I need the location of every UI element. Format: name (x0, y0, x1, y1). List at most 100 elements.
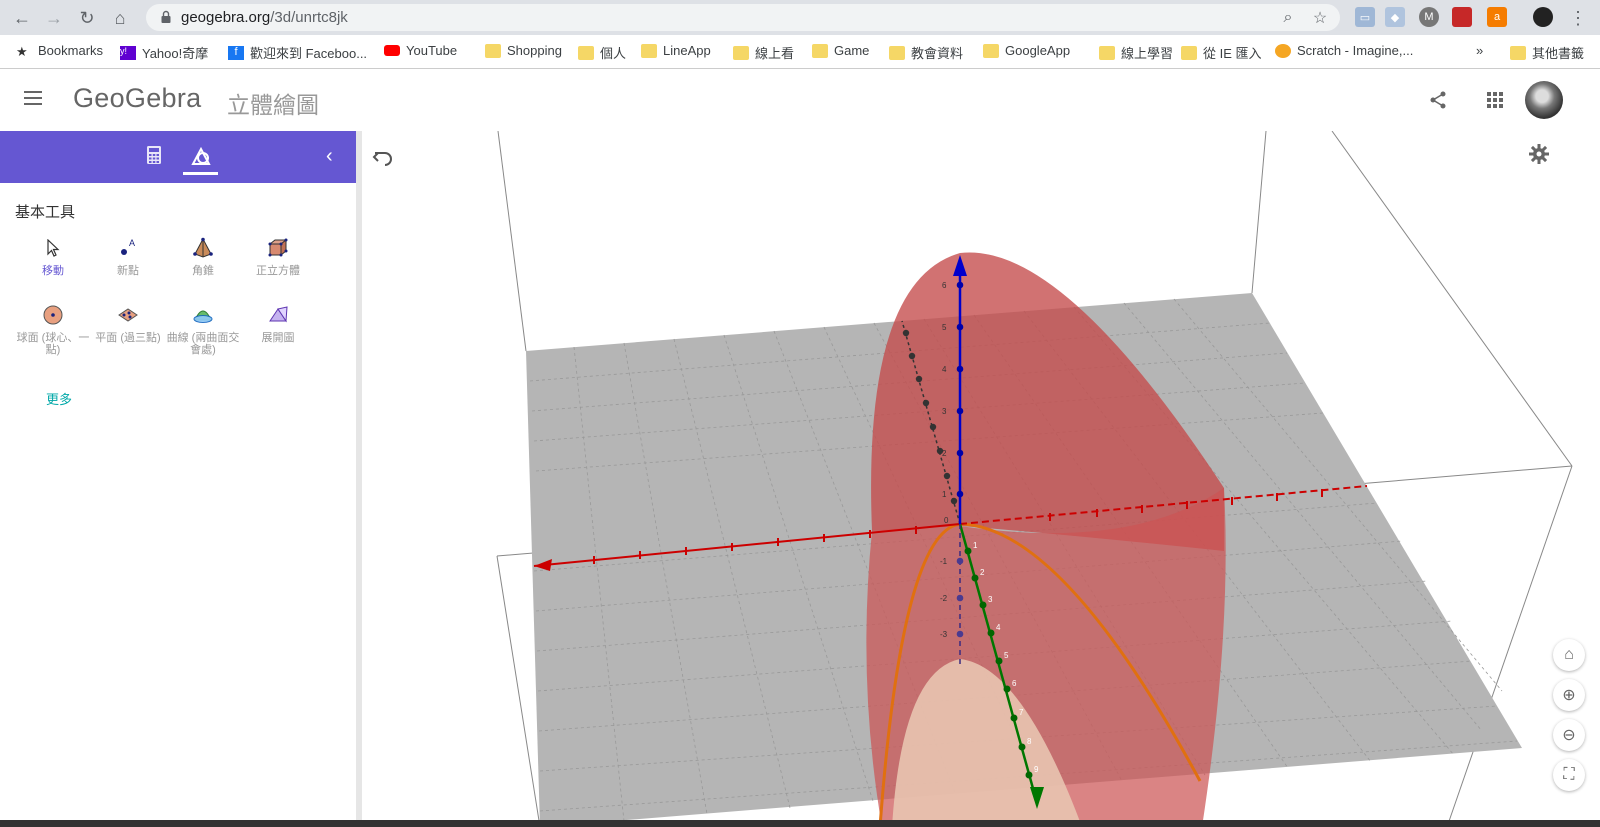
undo-icon[interactable] (372, 145, 394, 167)
extension-1-icon[interactable]: ▭ (1355, 7, 1375, 27)
dropbox-icon[interactable]: ◆ (1385, 7, 1405, 27)
bookmarks-overflow-icon[interactable]: » (1476, 43, 1483, 58)
star-icon: ★ (16, 43, 28, 59)
z-tick-label: 1 (942, 490, 947, 499)
bookmark-item[interactable]: Shopping (485, 43, 562, 58)
bookmark-label: Game (834, 43, 870, 58)
bookmark-label: LineApp (663, 43, 711, 58)
y-tick-label: 2 (980, 568, 985, 577)
tool-sphere[interactable]: 球面 (球心、一點) (15, 302, 91, 356)
folder-icon (983, 43, 999, 58)
tool-new-point[interactable]: A 新點 (90, 235, 166, 277)
tool-net[interactable]: 展開圖 (240, 302, 316, 344)
collapse-panel-icon[interactable]: ‹ (326, 145, 333, 168)
reload-icon[interactable]: ↻ (74, 5, 100, 31)
folder-icon (641, 43, 657, 58)
zoom-page-icon[interactable]: ⌕ (1278, 8, 1298, 28)
home-view-icon[interactable]: ⌂ (1553, 639, 1585, 671)
zoom-out-icon[interactable]: ⊖ (1553, 719, 1585, 751)
z-tick-label: 4 (942, 365, 947, 374)
bookmark-item[interactable]: 教會資料 (889, 43, 963, 62)
bookmark-label: Yahoo!奇摩 (142, 46, 209, 61)
new-point-icon: A (115, 235, 141, 261)
pyramid-icon (190, 235, 216, 261)
app-title: 立體繪圖 (227, 92, 319, 118)
z-tick-label: 6 (942, 281, 947, 290)
zoom-in-icon[interactable]: ⊕ (1553, 679, 1585, 711)
home-icon[interactable]: ⌂ (107, 5, 133, 31)
bookmark-item[interactable]: 個人 (578, 43, 626, 62)
y-tick-label: 6 (1012, 679, 1017, 688)
address-bar[interactable]: geogebra.org/3d/unrtc8jk ⌕ ☆ (146, 4, 1340, 31)
tool-label: 移動 (42, 265, 64, 277)
user-avatar[interactable] (1525, 81, 1563, 119)
bookmark-item[interactable]: 從 IE 匯入 (1181, 43, 1262, 62)
url-path: /3d/unrtc8jk (270, 9, 348, 26)
z-tick-label: -3 (940, 630, 948, 639)
panel-tabs: ‹ (0, 131, 356, 183)
bookmark-label: YouTube (406, 43, 458, 58)
url-text: geogebra.org/3d/unrtc8jk (181, 9, 348, 26)
bookmark-item[interactable]: y! Yahoo!奇摩 (120, 43, 208, 62)
folder-icon (1510, 45, 1526, 60)
extension-m-icon[interactable]: M (1419, 7, 1439, 27)
bookmark-item[interactable]: GoogleApp (983, 43, 1070, 58)
tool-label: 角錐 (192, 265, 214, 277)
tools-heading: 基本工具 (15, 204, 76, 221)
menu-icon[interactable] (24, 91, 42, 105)
bookmark-item[interactable]: f 歡迎來到 Faceboo... (228, 43, 367, 62)
scene-3d[interactable]: 1 2 3 4 5 6 7 8 9 6 5 4 3 2 1 0 -1 -2 -3 (362, 131, 1600, 827)
url-host: geogebra.org (181, 9, 271, 26)
other-bookmarks-label: 其他書籤 (1532, 46, 1585, 61)
browser-toolbar: ← → ↻ ⌂ geogebra.org/3d/unrtc8jk ⌕ ☆ ▭ ◆… (0, 0, 1600, 35)
bookmark-label: Bookmarks (38, 43, 104, 58)
tool-intersect-curve[interactable]: 曲線 (兩曲面交會處) (165, 302, 241, 356)
bookmarks-bar: ★ Bookmarks y! Yahoo!奇摩 f 歡迎來到 Faceboo... YouT… (0, 35, 1600, 69)
settings-gear-icon[interactable] (1528, 143, 1552, 167)
active-tab-indicator (183, 172, 218, 175)
tool-label: 球面 (球心、一點) (16, 332, 90, 356)
share-icon[interactable] (1426, 88, 1450, 112)
folder-icon (889, 45, 905, 60)
bookmark-label: 個人 (600, 46, 627, 61)
bookmark-item[interactable]: 線上學習 (1099, 43, 1173, 62)
cube-icon (265, 235, 291, 261)
tab-tools-icon[interactable] (189, 144, 213, 168)
tool-plane[interactable]: 平面 (過三點) (90, 302, 166, 344)
graphics-3d-view[interactable]: 1 2 3 4 5 6 7 8 9 6 5 4 3 2 1 0 -1 -2 -3… (362, 131, 1600, 827)
y-tick-label: 8 (1027, 737, 1032, 746)
y-tick-label: 1 (973, 541, 978, 550)
youtube-icon (384, 45, 400, 56)
back-icon[interactable]: ← (9, 5, 35, 31)
y-tick-label: 9 (1034, 765, 1039, 774)
bookmark-item[interactable]: Scratch - Imagine,... (1275, 43, 1413, 58)
y-tick-label: 3 (988, 595, 993, 604)
move-arrow-icon (40, 235, 66, 261)
bookmark-item[interactable]: YouTube (384, 43, 457, 58)
bookmark-item[interactable]: LineApp (641, 43, 711, 58)
chrome-menu-icon[interactable]: ⋮ (1565, 5, 1591, 31)
other-bookmarks[interactable]: 其他書籤 (1510, 43, 1584, 62)
profile-penguin-icon[interactable] (1533, 7, 1553, 27)
bookmark-label: 歡迎來到 Faceboo... (250, 46, 368, 61)
extension-book-icon[interactable] (1452, 7, 1472, 27)
tab-algebra-calculator-icon[interactable] (146, 145, 164, 167)
fullscreen-icon[interactable]: ⛶ (1553, 759, 1585, 791)
tool-cube[interactable]: 正立方體 (240, 235, 316, 277)
forward-icon[interactable]: → (41, 5, 67, 31)
more-tools-link[interactable]: 更多 (46, 389, 72, 408)
apps-grid-icon[interactable] (1483, 88, 1507, 112)
tool-pyramid[interactable]: 角錐 (165, 235, 241, 277)
geogebra-logo[interactable]: GeoGebra (73, 83, 201, 114)
bookmark-label: GoogleApp (1005, 43, 1071, 58)
extension-shop-icon[interactable]: a (1487, 7, 1507, 27)
bookmark-item[interactable]: ★ Bookmarks (16, 43, 104, 59)
bookmark-label: 線上學習 (1121, 46, 1174, 61)
tool-move[interactable]: 移動 (15, 235, 91, 277)
bookmark-star-icon[interactable]: ☆ (1310, 8, 1330, 28)
bookmark-item[interactable]: Game (812, 43, 869, 58)
bookmark-item[interactable]: 線上看 (733, 43, 794, 62)
plane-icon (115, 302, 141, 328)
facebook-icon: f (228, 45, 244, 60)
yahoo-icon: y! (120, 45, 136, 60)
